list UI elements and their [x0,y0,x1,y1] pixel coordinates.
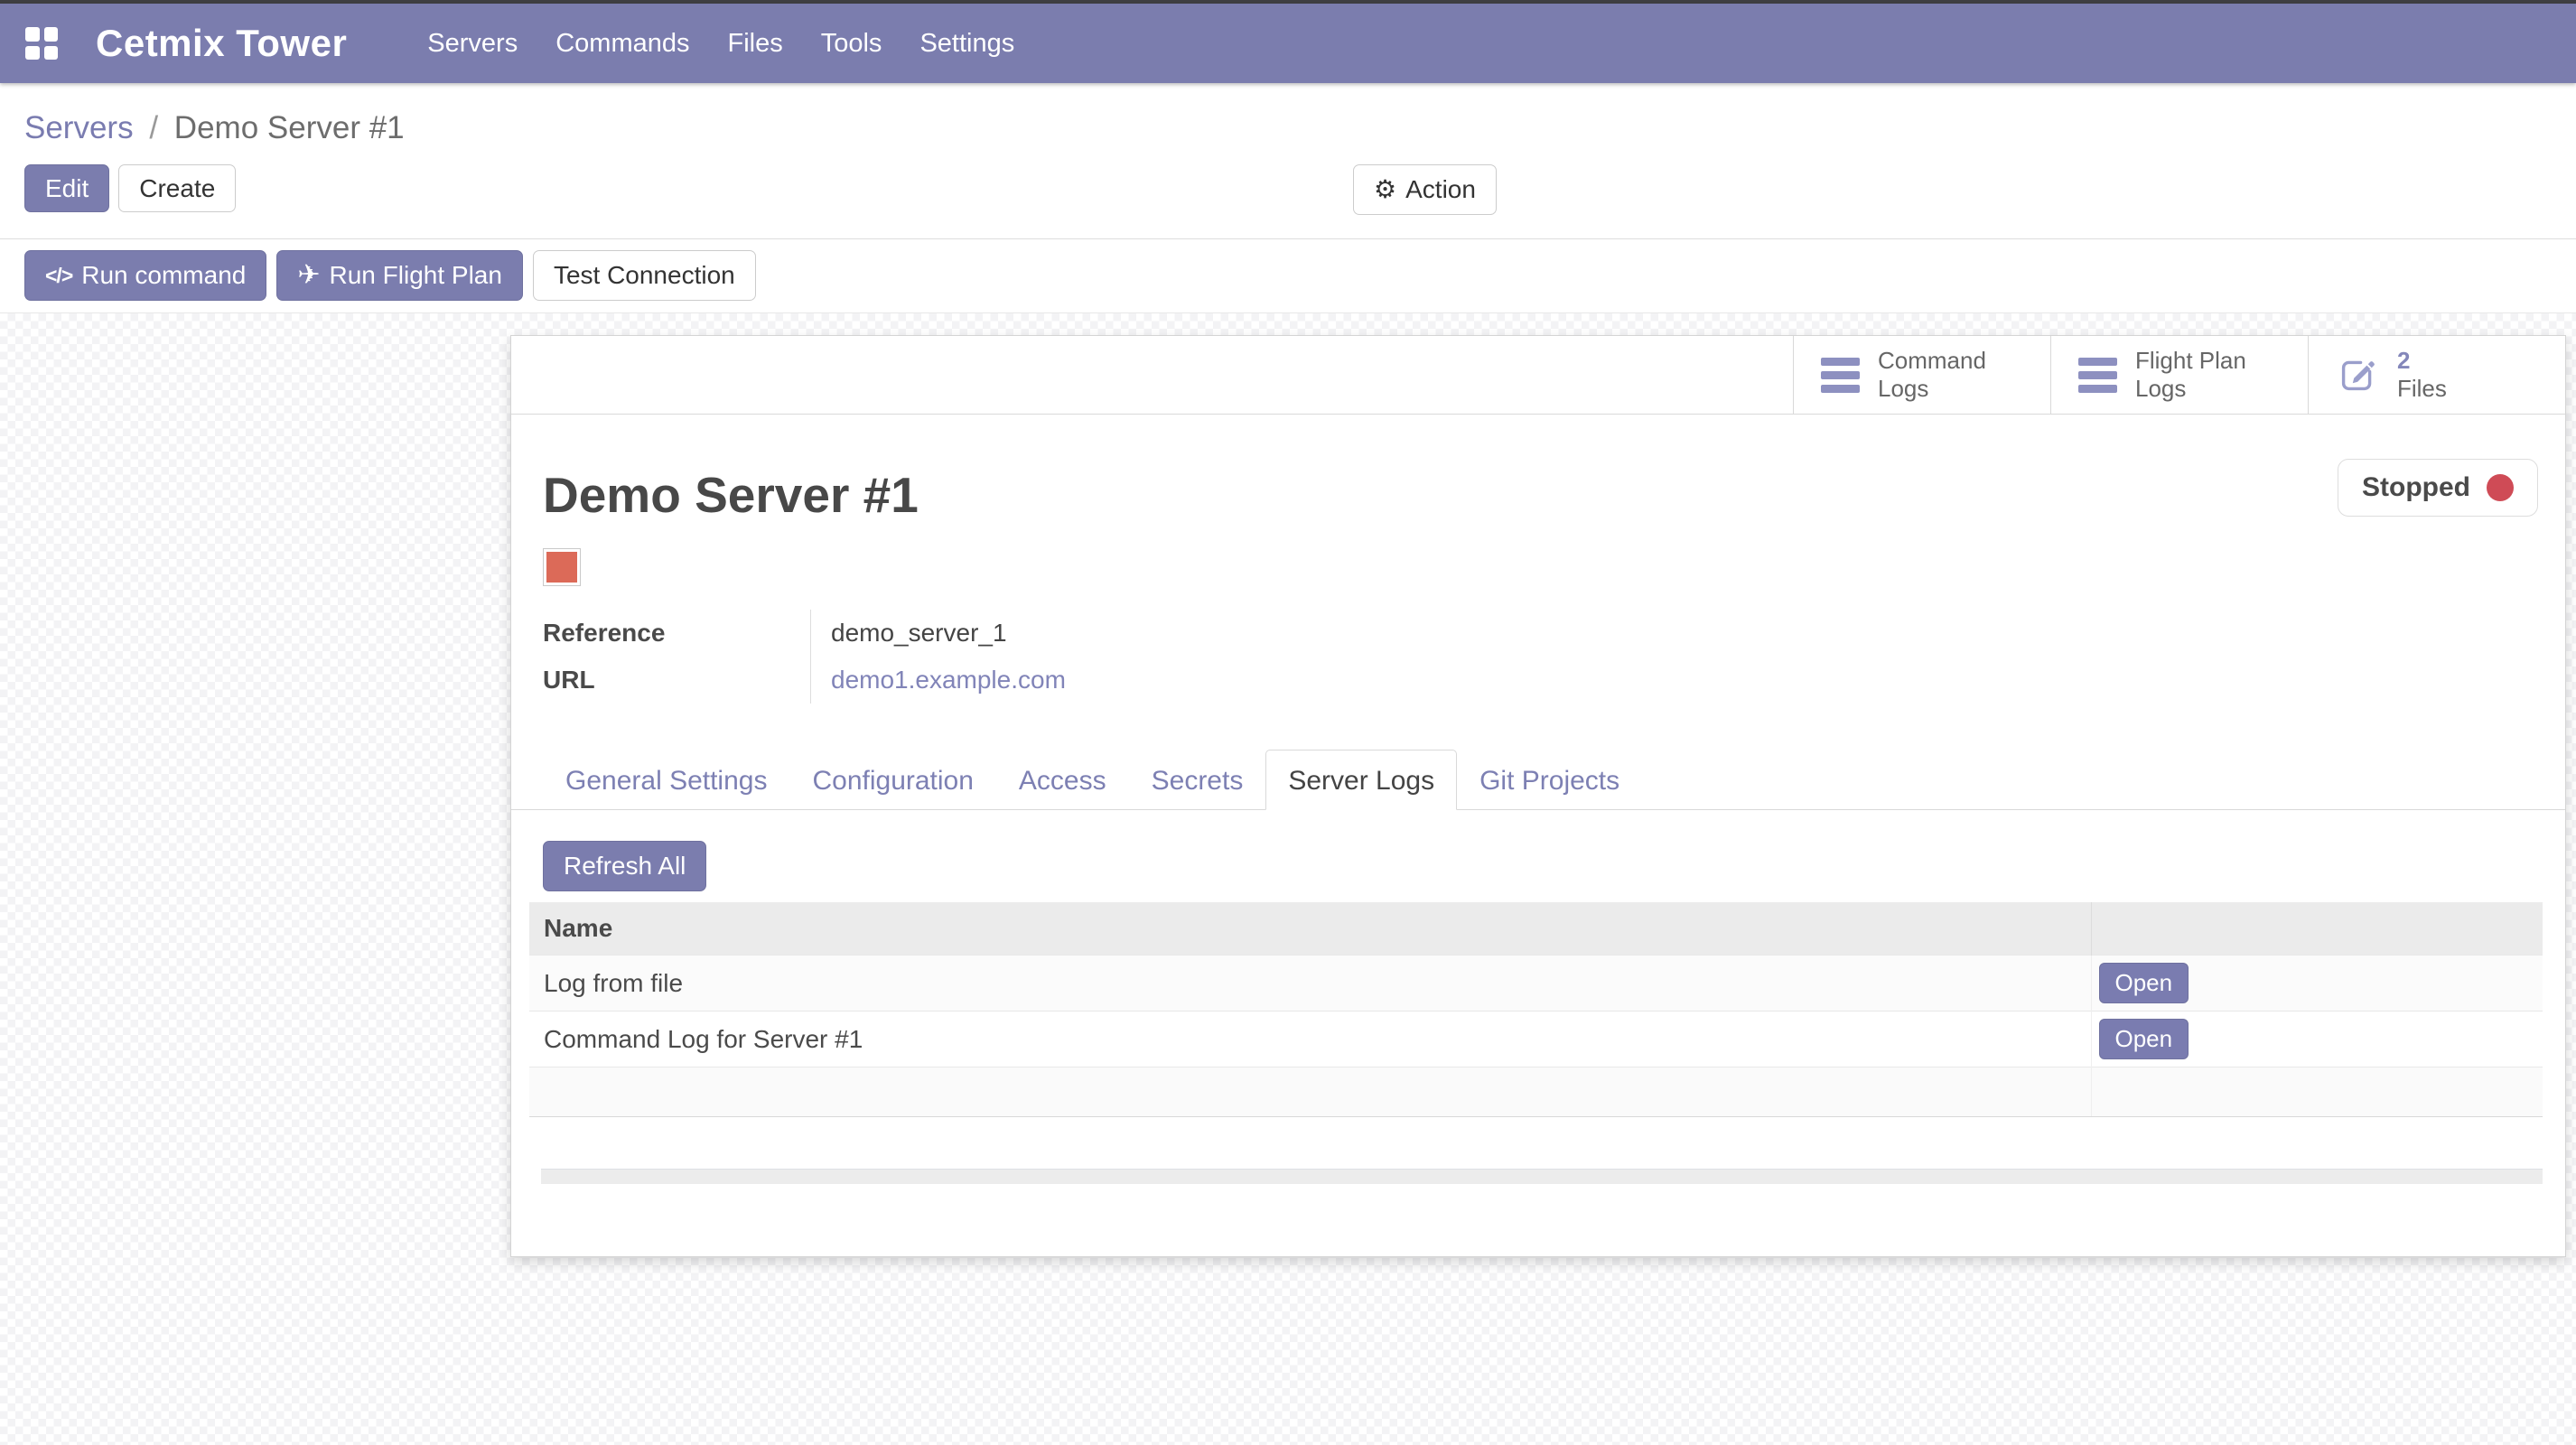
sheet-body: Demo Server #1 Reference demo_server_1 U… [511,415,2565,1184]
table-row[interactable]: Log from file Open [529,956,2543,1012]
panel-divider [0,238,2576,239]
nav-item-files[interactable]: Files [709,5,802,82]
notebook-tabs: General Settings Configuration Access Se… [511,750,2565,810]
run-flight-plan-button[interactable]: ✈ Run Flight Plan [276,250,523,301]
log-name-cell[interactable]: Log from file [529,956,2091,1012]
test-connection-button[interactable]: Test Connection [533,250,756,301]
server-logs-table: Name Log from file Open Command Log for … [529,902,2543,1117]
control-panel: Servers / Demo Server #1 Edit Create ⚙ A… [0,83,2576,313]
table-row[interactable]: Command Log for Server #1 Open [529,1012,2543,1067]
breadcrumb-separator: / [142,110,165,145]
create-button[interactable]: Create [118,164,236,212]
tab-general-settings[interactable]: General Settings [543,750,789,810]
files-count: 2 [2397,347,2447,375]
server-form-sheet: Command Logs Flight Plan Logs 2 [510,335,2566,1257]
edit-pencil-icon [2336,353,2379,396]
breadcrumb-current: Demo Server #1 [174,110,405,145]
nav-menu: Servers Commands Files Tools Settings [408,5,1033,82]
breadcrumb: Servers / Demo Server #1 [24,83,2552,146]
plane-icon: ✈ [297,262,320,289]
apps-grid-icon[interactable] [25,27,58,60]
tab-git-projects[interactable]: Git Projects [1457,750,1642,810]
files-stat-label: 2 Files [2397,347,2447,403]
code-icon: </> [45,264,72,288]
action-button[interactable]: ⚙ Action [1353,164,1497,215]
nav-item-tools[interactable]: Tools [802,5,901,82]
nav-item-settings[interactable]: Settings [901,5,1033,82]
main-navbar: Cetmix Tower Servers Commands Files Tool… [0,4,2576,83]
edit-button[interactable]: Edit [24,164,109,212]
column-header-action [2091,902,2543,956]
open-log-button[interactable]: Open [2099,1019,2189,1059]
command-logs-label: Command Logs [1878,347,1986,403]
table-empty-row [529,1067,2543,1117]
log-name-cell[interactable]: Command Log for Server #1 [529,1012,2091,1067]
action-button-label: Action [1405,175,1476,204]
tab-access[interactable]: Access [996,750,1129,810]
nav-item-servers[interactable]: Servers [408,5,537,82]
open-log-button[interactable]: Open [2099,963,2189,1003]
breadcrumb-parent-link[interactable]: Servers [24,110,134,145]
table-header-row: Name [529,902,2543,956]
refresh-all-button[interactable]: Refresh All [543,841,706,891]
page-title: Demo Server #1 [543,415,2534,525]
field-group: Reference demo_server_1 URL demo1.exampl… [543,610,2534,704]
form-view-background: Command Logs Flight Plan Logs 2 [0,313,2576,1445]
brand-title[interactable]: Cetmix Tower [96,22,347,65]
server-actions-row: </> Run command ✈ Run Flight Plan Test C… [24,250,2552,312]
url-field-value-link[interactable]: demo1.example.com [831,666,1066,694]
server-color-swatch[interactable] [543,548,581,586]
run-command-button[interactable]: </> Run command [24,250,266,301]
gear-icon: ⚙ [1374,177,1396,202]
run-flight-plan-label: Run Flight Plan [330,261,502,290]
list-icon [2078,358,2117,393]
flight-plan-logs-stat-button[interactable]: Flight Plan Logs [2050,336,2308,414]
nav-item-commands[interactable]: Commands [537,5,708,82]
reference-field-label: Reference [543,610,810,657]
run-command-label: Run command [81,261,246,290]
column-header-name[interactable]: Name [529,902,2091,956]
form-buttons-row: Edit Create ⚙ Action [24,164,2552,212]
reference-field-value: demo_server_1 [810,610,2534,657]
url-field-label: URL [543,657,810,704]
tab-configuration[interactable]: Configuration [789,750,995,810]
tab-server-logs[interactable]: Server Logs [1265,750,1457,810]
list-icon [1821,358,1860,393]
tab-secrets[interactable]: Secrets [1129,750,1266,810]
flight-plan-logs-label: Flight Plan Logs [2135,347,2246,403]
files-stat-button[interactable]: 2 Files [2308,336,2565,414]
horizontal-scrollbar-track[interactable] [541,1169,2543,1184]
command-logs-stat-button[interactable]: Command Logs [1793,336,2050,414]
stat-buttons-row: Command Logs Flight Plan Logs 2 [511,336,2565,415]
